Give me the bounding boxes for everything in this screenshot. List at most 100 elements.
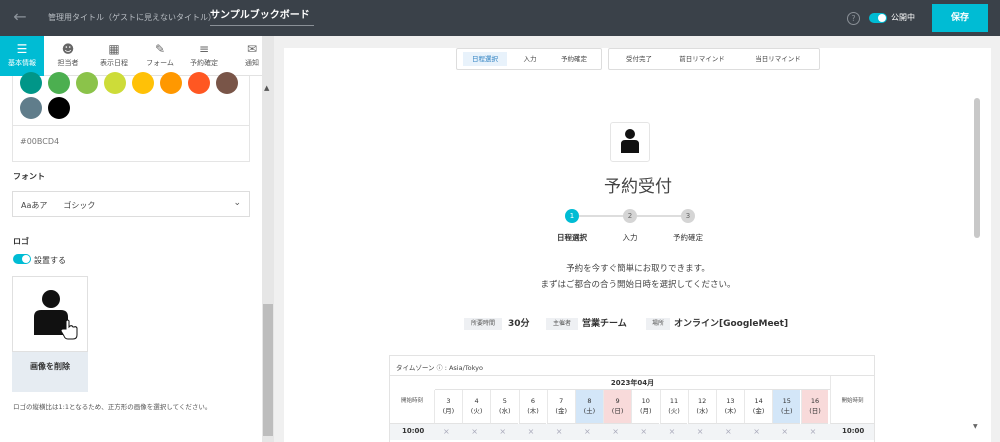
time-label: 10:00 [402, 427, 425, 435]
preview-tab-input[interactable]: 入力 [511, 52, 549, 66]
tab-notify[interactable]: ✉ 通知 [230, 40, 262, 76]
timezone-row: タイムゾーン ⓘ : Asia/Tokyo [390, 356, 874, 376]
info-icon: ⓘ [436, 365, 443, 372]
day-number: 13 [726, 397, 735, 405]
unavailable-slot: × [555, 427, 563, 436]
color-swatch[interactable] [20, 72, 42, 94]
step-2: 2 [623, 209, 637, 223]
admin-title-label: 管理用タイトル（ゲストに見えないタイトル） [48, 13, 216, 22]
save-button[interactable]: 保存 [932, 4, 988, 32]
color-swatch[interactable] [216, 72, 238, 94]
logo-toggle[interactable] [13, 254, 31, 264]
tab-confirm[interactable]: ≡ 予約確定 [182, 40, 226, 76]
calendar-day-header: 7 (金) [546, 390, 575, 424]
color-swatch[interactable] [20, 97, 42, 119]
day-weekday: (金) [555, 407, 567, 415]
scroll-up-icon[interactable]: ▲ [264, 84, 269, 92]
location-value: オンライン[GoogleMeet] [674, 319, 789, 329]
sidebar-tabs: ☰ 基本情報 ☻ 担当者 ▦ 表示日程 ✎ フォーム ≡ 予約確定 ✉ 通知 [0, 36, 262, 76]
calendar: タイムゾーン ⓘ : Asia/Tokyo 2023年04月 開始時刻 開始時刻… [389, 355, 875, 442]
host-tag: 主催者 [546, 318, 578, 330]
list-check-icon: ≡ [198, 42, 210, 56]
delete-image-button[interactable]: 画像を削除 [12, 352, 88, 392]
person-icon [621, 129, 639, 153]
day-weekday: (日) [809, 407, 821, 415]
day-weekday: (火) [668, 407, 680, 415]
unavailable-slot: × [584, 427, 591, 436]
color-swatch[interactable] [160, 72, 182, 94]
top-bar: ← 管理用タイトル（ゲストに見えないタイトル） サンプルブックボード ? 公開中… [0, 0, 1000, 36]
day-number: 5 [502, 397, 507, 405]
start-time-header-left: 開始時刻 [390, 376, 434, 424]
preview-tab-confirm[interactable]: 予約確定 [551, 52, 597, 66]
calendar-day-header: 6 (木) [518, 390, 547, 424]
time-row: 10:00 10:00 × × × × × × × × × × × × × × [390, 424, 874, 440]
tab-schedule[interactable]: ▦ 表示日程 [92, 40, 136, 76]
day-weekday: (水) [696, 407, 708, 415]
preview-tab-same-day-reminder[interactable]: 当日リマインド [741, 52, 815, 66]
tab-basic-info[interactable]: ☰ 基本情報 [0, 36, 44, 76]
day-weekday: (木) [724, 407, 737, 415]
sidebar-scrollbar[interactable]: ▲ [262, 36, 274, 442]
font-select[interactable]: Aaあア ゴシック ⌄ [12, 191, 250, 217]
page-title: 予約受付 [604, 177, 672, 197]
color-swatch[interactable] [48, 97, 70, 119]
unavailable-slot: × [725, 427, 732, 436]
calendar-day-header: 13 (木) [716, 390, 744, 424]
calendar-day-header: 15 (土) [772, 390, 801, 424]
logo-note: ロゴの縦横比は1:1となるため、正方形の画像を選択してください。 [13, 403, 212, 411]
day-weekday: (火) [470, 407, 483, 415]
font-label: フォント [13, 172, 45, 181]
calendar-day-header: 10 (月) [631, 390, 660, 424]
sidebar-scroll-thumb[interactable] [263, 304, 273, 436]
tab-staff[interactable]: ☻ 担当者 [46, 40, 90, 76]
preview-tab-date-select[interactable]: 日程選択 [463, 52, 507, 66]
day-number: 14 [754, 397, 763, 405]
logo-toggle-label: 設置する [34, 256, 66, 265]
step-3: 3 [681, 209, 695, 223]
booking-preview: 日程選択 入力 予約確定 受付完了 前日リマインド 当日リマインド 予約受付 1… [284, 48, 991, 442]
color-swatch[interactable] [76, 72, 98, 94]
day-number: 6 [530, 397, 536, 405]
time-label-right: 10:00 [842, 427, 865, 435]
public-label: 公開中 [891, 13, 915, 22]
help-icon[interactable]: ? [847, 12, 860, 25]
unavailable-slot: × [781, 427, 789, 436]
logo-preview[interactable] [12, 276, 88, 352]
scroll-down-icon[interactable]: ▼ [973, 423, 978, 430]
preview-scroll-thumb[interactable] [974, 98, 980, 238]
color-swatch[interactable] [48, 72, 70, 94]
step-2-label: 入力 [622, 233, 638, 242]
color-swatch[interactable] [188, 72, 210, 94]
board-title-input[interactable]: サンプルブックボード [210, 6, 314, 26]
day-number: 12 [698, 397, 707, 405]
day-number: 16 [810, 397, 820, 405]
public-toggle[interactable] [869, 13, 887, 23]
preview-tab-day-before-reminder[interactable]: 前日リマインド [667, 52, 737, 66]
mail-icon: ✉ [246, 42, 258, 56]
description-line-2: まずはご都合の合う開始日時を選択してください。 [540, 280, 736, 290]
back-arrow-icon[interactable]: ← [10, 7, 30, 27]
chevron-down-icon: ⌄ [233, 198, 241, 208]
preview-tab-complete[interactable]: 受付完了 [615, 52, 663, 66]
step-1-label: 日程選択 [557, 233, 587, 242]
color-swatch[interactable] [132, 72, 154, 94]
unavailable-slot: × [612, 427, 619, 436]
color-hex-value[interactable]: #00BCD4 [12, 125, 250, 151]
unavailable-slot: × [640, 427, 648, 436]
unavailable-slot: × [527, 427, 535, 436]
calendar-day-header: 11 (火) [659, 390, 688, 424]
location-tag: 場所 [646, 318, 670, 330]
unavailable-slot: × [499, 427, 507, 436]
users-icon: ☻ [61, 42, 75, 56]
unavailable-slot: × [443, 427, 450, 436]
tab-form[interactable]: ✎ フォーム [138, 40, 182, 76]
day-number: 11 [669, 397, 679, 405]
calendar-icon: ▦ [108, 42, 120, 56]
unavailable-slot: × [471, 427, 478, 436]
sliders-icon: ☰ [16, 42, 28, 56]
preview-scrollbar[interactable]: ▼ [972, 48, 982, 442]
day-weekday: (日) [611, 407, 624, 415]
color-swatch[interactable] [104, 72, 126, 94]
day-weekday: (木) [527, 407, 539, 415]
